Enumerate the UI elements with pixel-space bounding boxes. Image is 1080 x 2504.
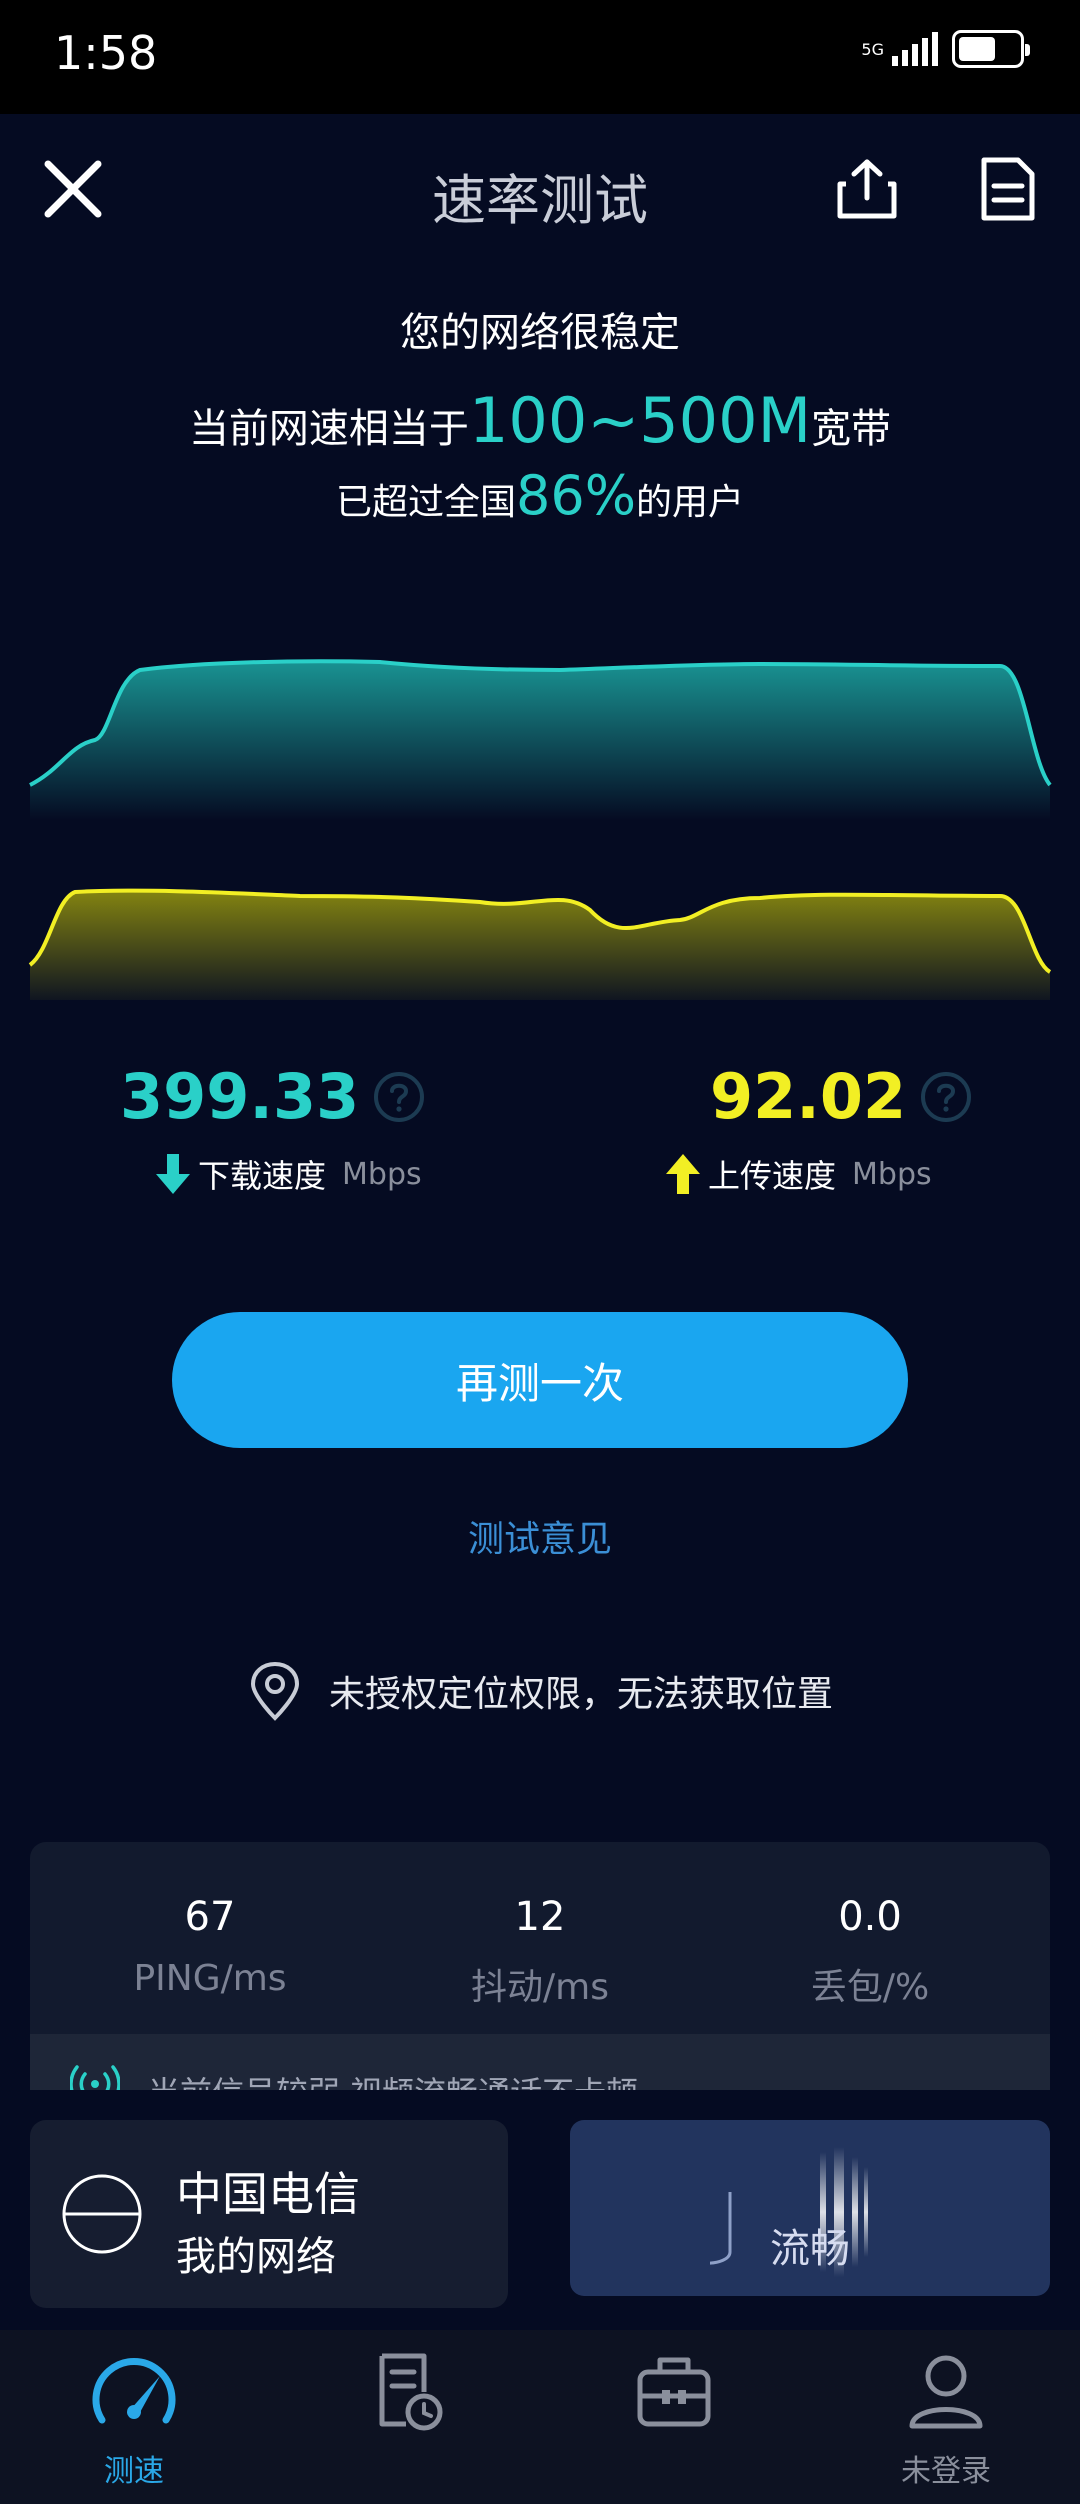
- result-summary: 您的网络很稳定 当前网速相当于100~500M宽带 已超过全国86%的用户: [0, 300, 1080, 534]
- download-wave-area: [30, 661, 1050, 820]
- arrow-up-icon: [666, 1154, 700, 1194]
- speedometer-icon: [92, 2358, 176, 2424]
- bottom-navigation: 测速 未登录: [0, 2330, 1080, 2504]
- nav-tab-toolbox[interactable]: [574, 2352, 774, 2482]
- history-record-icon: [379, 2353, 443, 2431]
- nav-tab-speedtest[interactable]: 测速: [34, 2352, 234, 2489]
- stability-text: 您的网络很稳定: [400, 310, 680, 356]
- status-indicators: 5G: [861, 30, 1030, 68]
- feedback-link[interactable]: 测试意见: [0, 1510, 1080, 1562]
- network-stats-card: 67 PING/ms 12 抖动/ms 0.0 丢包/% 当前信号较弱 视频流畅…: [30, 1842, 1050, 2090]
- status-bar: 1:58 5G: [0, 0, 1080, 114]
- upload-label: 上传速度: [708, 1157, 837, 1195]
- page-title: 速率测试: [432, 169, 648, 232]
- equiv-prefix: 当前网速相当于: [188, 406, 469, 452]
- jitter-label: 抖动/ms: [471, 1967, 609, 2008]
- battery-level: [959, 37, 995, 61]
- network-type: 5G: [861, 39, 884, 59]
- broadband-equivalent: 当前网速相当于100~500M宽带: [0, 384, 1080, 464]
- speed-wave-chart: [28, 659, 1052, 1000]
- exceed-value: 86%: [515, 464, 637, 527]
- packet-loss-stat: 0.0 丢包/%: [740, 1894, 1000, 2010]
- quality-label: 流畅: [770, 2226, 850, 2272]
- packet-loss-value: 0.0: [838, 1894, 902, 1940]
- download-result: 399.33 下载速度 Mbps: [120, 1060, 560, 1197]
- status-time: 1:58: [54, 26, 158, 80]
- ping-label: PING/ms: [133, 1958, 287, 1999]
- isp-name: 中国电信: [176, 2167, 360, 2221]
- toolbox-icon: [637, 2357, 711, 2427]
- download-speed-value: 399.33: [120, 1060, 360, 1133]
- nav-label-toolbox: [574, 2446, 774, 2482]
- download-help-icon[interactable]: [373, 1071, 425, 1123]
- location-text: 未授权定位权限，无法获取位置: [328, 1674, 833, 1715]
- nav-label-speedtest: 测速: [104, 2454, 164, 2489]
- cellular-signal-icon: [892, 32, 938, 66]
- nav-label-history: [306, 2446, 506, 2482]
- isp-subtitle: 我的网络: [176, 2234, 336, 2280]
- retest-button[interactable]: 再测一次: [172, 1312, 908, 1448]
- equiv-value: 100~500M: [468, 384, 812, 457]
- arrow-down-icon: [156, 1154, 190, 1194]
- packet-loss-label: 丢包/%: [810, 1967, 930, 2008]
- upload-speed-value: 92.02: [710, 1060, 907, 1133]
- upload-unit: Mbps: [852, 1156, 932, 1192]
- video-quality-card[interactable]: 流畅: [570, 2120, 1050, 2296]
- ranking-text: 已超过全国86%的用户: [0, 464, 1080, 534]
- isp-card[interactable]: 中国电信 我的网络: [30, 2120, 508, 2308]
- isp-logo-icon: [62, 2174, 142, 2254]
- exceed-prefix: 已超过全国: [335, 482, 516, 523]
- nav-tab-profile[interactable]: 未登录: [846, 2352, 1046, 2489]
- jitter-value: 12: [514, 1894, 566, 1940]
- jitter-stat: 12 抖动/ms: [410, 1894, 670, 2010]
- location-pin-icon: [250, 1661, 299, 1721]
- upload-wave-area: [30, 890, 1050, 1000]
- equiv-suffix: 宽带: [811, 406, 892, 452]
- ping-value: 67: [184, 1894, 236, 1940]
- exceed-suffix: 的用户: [636, 482, 745, 523]
- nav-label-profile: 未登录: [901, 2454, 991, 2489]
- speed-results: 399.33 下载速度 Mbps 92.02 上传速度 Mbps: [0, 1060, 1080, 1210]
- download-label: 下载速度: [198, 1157, 327, 1195]
- user-profile-icon: [909, 2355, 983, 2429]
- nav-tab-history[interactable]: [306, 2352, 506, 2482]
- signal-notice: 当前信号较弱 视频流畅通话不卡顿: [30, 2034, 1050, 2090]
- signal-notice-text: 当前信号较弱 视频流畅通话不卡顿: [148, 2068, 638, 2090]
- header: 速率测试: [0, 114, 1080, 264]
- ping-stat: 67 PING/ms: [80, 1894, 340, 1999]
- upload-help-icon[interactable]: [920, 1071, 972, 1123]
- wifi-broadcast-icon: [70, 2065, 120, 2090]
- share-icon[interactable]: [832, 154, 902, 224]
- location-status[interactable]: 未授权定位权限，无法获取位置: [0, 1660, 1080, 1722]
- upload-result: 92.02 上传速度 Mbps: [610, 1060, 1050, 1197]
- battery-icon: [952, 30, 1030, 68]
- download-unit: Mbps: [342, 1156, 422, 1192]
- report-icon[interactable]: [972, 154, 1042, 224]
